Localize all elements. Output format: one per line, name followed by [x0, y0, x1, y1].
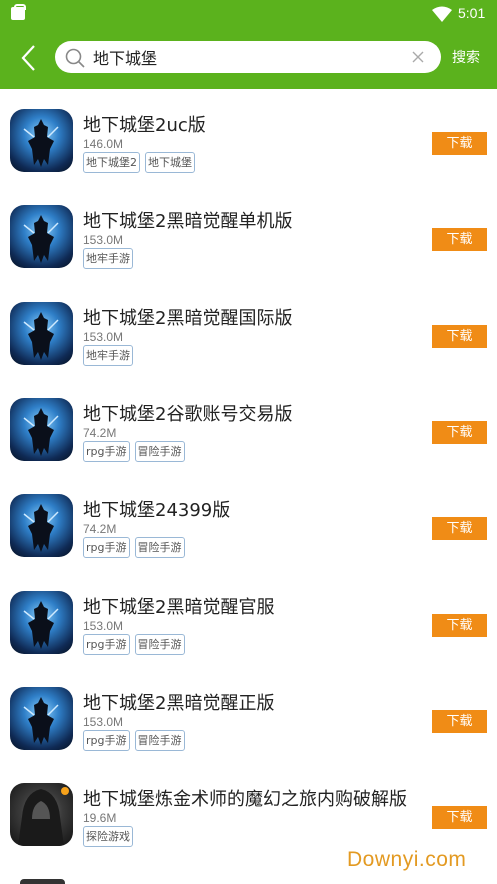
- game-knight-icon[interactable]: [10, 301, 73, 365]
- tag[interactable]: 探险游戏: [83, 826, 133, 848]
- list-item[interactable]: 地下城堡24399版 74.2M rpg手游 冒险手游 下载: [0, 474, 497, 570]
- app-size: 153.0M: [83, 329, 124, 344]
- tag-group: 地牢手游: [83, 248, 133, 270]
- app-title[interactable]: 地下城堡2黑暗觉醒正版: [83, 689, 274, 715]
- tag[interactable]: rpg手游: [83, 537, 130, 559]
- tag[interactable]: 冒险手游: [134, 537, 185, 559]
- app-title[interactable]: 地下城堡2黑暗觉醒国际版: [83, 304, 292, 330]
- download-button[interactable]: 下载: [432, 709, 487, 733]
- download-button[interactable]: 下载: [432, 132, 487, 155]
- list-item[interactable]: 地下城堡2谷歌账号交易版 74.2M rpg手游 冒险手游 下载: [0, 378, 497, 474]
- tag[interactable]: rpg手游: [83, 633, 130, 655]
- download-button[interactable]: 下载: [432, 806, 487, 830]
- app-title[interactable]: 地下城堡炼金术师的魔幻之旅内购破解版: [83, 785, 407, 811]
- back-button[interactable]: [14, 42, 44, 74]
- app-bar: 搜索: [0, 28, 497, 89]
- results-list: 地下城堡2uc版 146.0M 地下城堡2 地下城堡 下载 地下城堡2黑暗觉醒单机版 153…: [0, 89, 497, 884]
- tag[interactable]: 地下城堡: [145, 152, 195, 173]
- watermark: Downyi.com: [347, 848, 467, 871]
- search-button[interactable]: 搜索: [452, 47, 480, 67]
- wifi-icon: [432, 6, 452, 22]
- list-item[interactable]: 地下城堡2黑暗觉醒国际版 153.0M 地牢手游 下载: [0, 282, 497, 378]
- app-size: 74.2M: [83, 425, 117, 440]
- game-knight-icon[interactable]: [10, 590, 73, 654]
- list-item[interactable]: 地下城堡2uc版 146.0M 地下城堡2 地下城堡 下载: [0, 89, 497, 185]
- list-item[interactable]: 地下城堡2黑暗觉醒单机版 153.0M 地牢手游 下载: [0, 185, 497, 281]
- list-item[interactable]: 地下城堡2黑暗觉醒正版 153.0M rpg手游 冒险手游 下载: [0, 667, 497, 763]
- app-size: 146.0M: [83, 137, 124, 151]
- tag[interactable]: 地下城堡2: [83, 152, 140, 173]
- tag[interactable]: rpg手游: [83, 440, 130, 462]
- tag[interactable]: rpg手游: [83, 729, 130, 751]
- game-knight-icon[interactable]: [10, 397, 73, 461]
- search-box: [55, 41, 441, 73]
- list-item[interactable]: 地下城堡2黑暗觉醒官服 153.0M rpg手游 冒险手游 下载: [0, 571, 497, 667]
- tag[interactable]: 地牢手游: [83, 344, 133, 366]
- list-item[interactable]: 地下城堡炼金术师的魔幻之旅内购破解版 19.6M 探险游戏 下载: [0, 763, 497, 859]
- app-size: 74.2M: [83, 522, 117, 537]
- download-button[interactable]: 下载: [432, 420, 487, 444]
- tag-group: 探险游戏: [83, 826, 133, 848]
- app-title[interactable]: 地下城堡2黑暗觉醒单机版: [83, 207, 292, 233]
- download-button[interactable]: 下载: [432, 324, 487, 348]
- app-title[interactable]: 地下城堡2谷歌账号交易版: [83, 400, 292, 426]
- game-knight-icon[interactable]: [10, 205, 73, 269]
- download-button[interactable]: 下载: [432, 228, 487, 252]
- close-icon[interactable]: [411, 50, 425, 64]
- chevron-left-icon: [21, 45, 35, 71]
- tag[interactable]: 冒险手游: [134, 440, 185, 462]
- app-title[interactable]: 地下城堡2uc版: [83, 111, 206, 137]
- shopping-bag-icon: [11, 4, 26, 20]
- app-title[interactable]: 地下城堡2黑暗觉醒官服: [83, 593, 274, 619]
- app-size: 153.0M: [83, 233, 124, 248]
- clock: 5:01: [458, 5, 486, 21]
- game-knight-icon[interactable]: [10, 109, 73, 172]
- next-item-peek: [20, 879, 65, 884]
- tag[interactable]: 冒险手游: [134, 633, 185, 655]
- app-size: 19.6M: [83, 811, 117, 826]
- game-knight-icon[interactable]: [10, 686, 73, 750]
- status-bar: 5:01: [0, 0, 497, 28]
- tag[interactable]: 冒险手游: [134, 729, 185, 751]
- tag-group: rpg手游 冒险手游: [83, 633, 185, 655]
- search-icon: [65, 48, 85, 68]
- tag-group: rpg手游 冒险手游: [83, 537, 185, 559]
- tag-group: rpg手游 冒险手游: [83, 440, 185, 462]
- tag[interactable]: 地牢手游: [83, 248, 133, 270]
- download-button[interactable]: 下载: [432, 517, 487, 541]
- app-size: 153.0M: [83, 714, 124, 729]
- app-size: 153.0M: [83, 618, 124, 633]
- download-button[interactable]: 下载: [432, 613, 487, 637]
- app-title[interactable]: 地下城堡24399版: [83, 496, 230, 522]
- game-knight-icon[interactable]: [10, 494, 73, 558]
- tag-group: rpg手游 冒险手游: [83, 729, 185, 751]
- tag-group: 地下城堡2 地下城堡: [83, 152, 195, 173]
- search-input[interactable]: [93, 45, 393, 69]
- game-hooded-icon[interactable]: [10, 783, 73, 847]
- tag-group: 地牢手游: [83, 344, 133, 366]
